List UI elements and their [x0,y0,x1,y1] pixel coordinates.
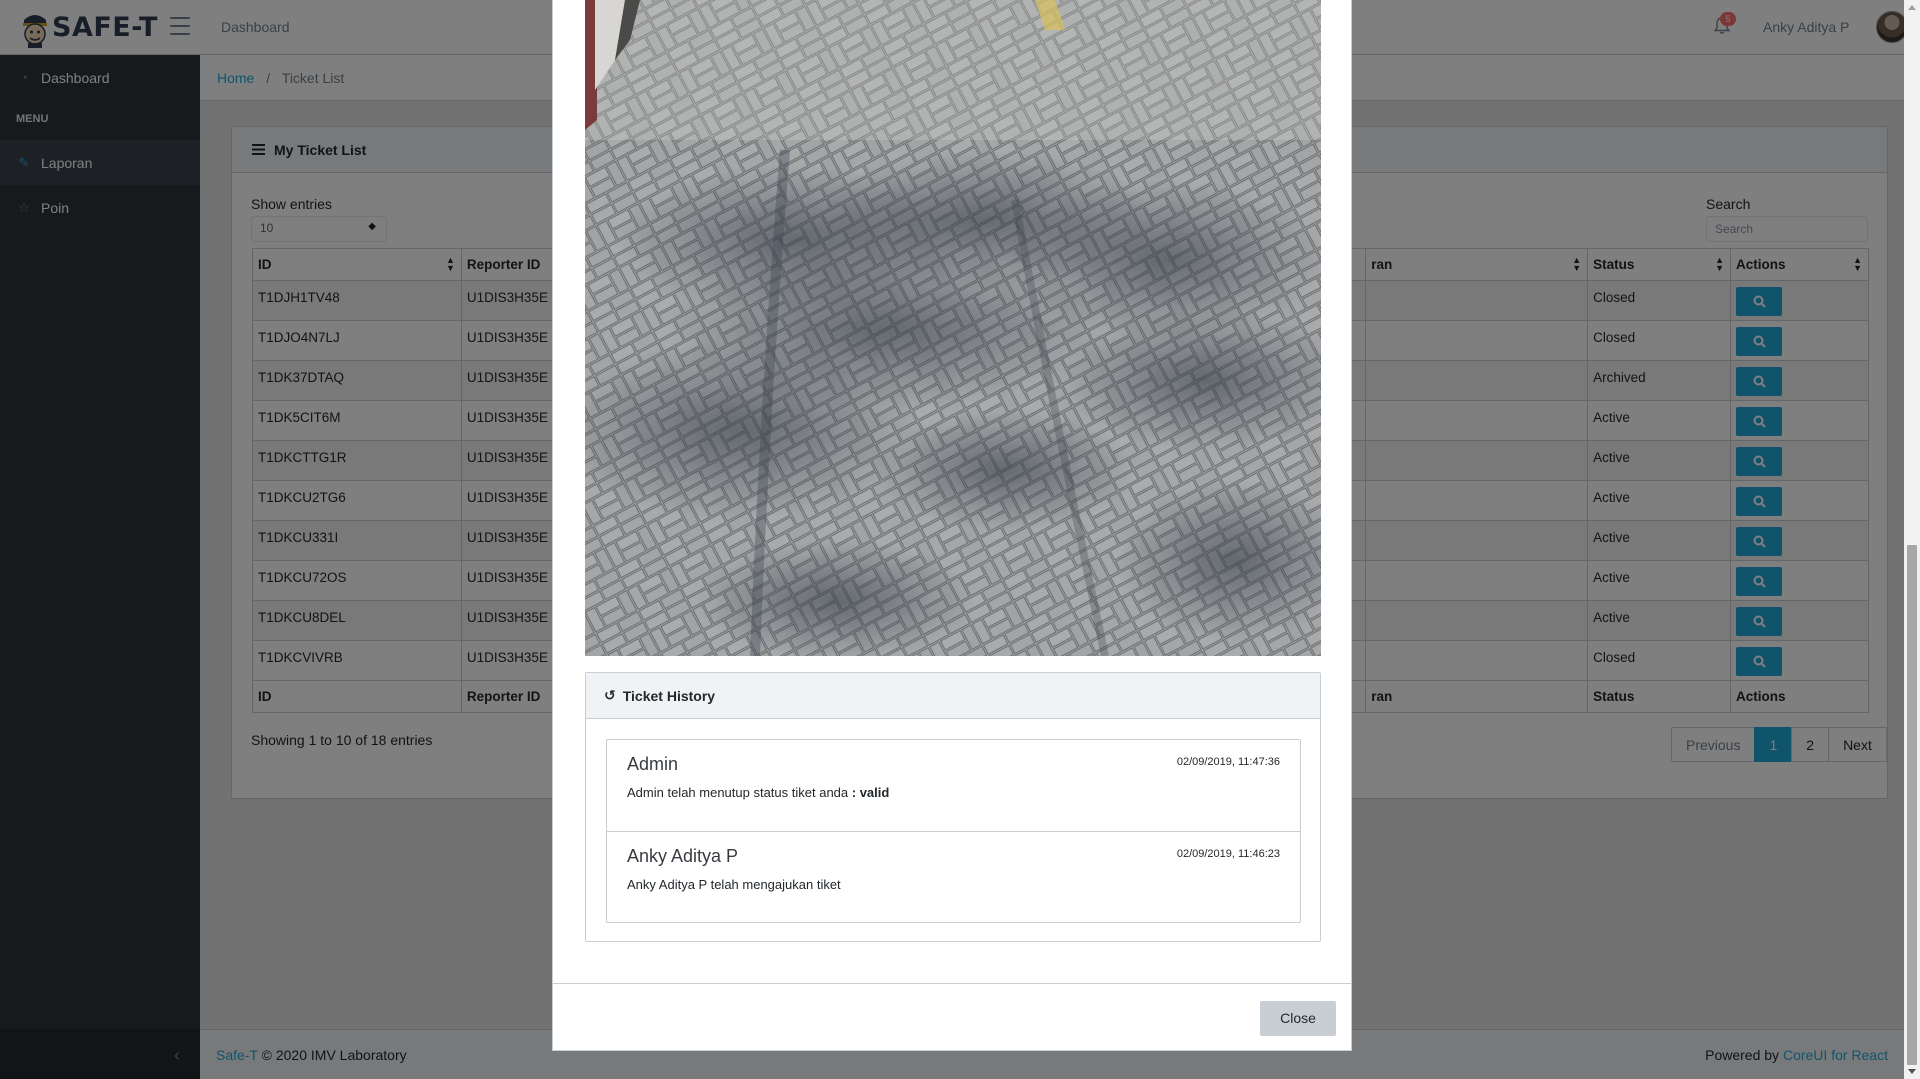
history-timestamp: 02/09/2019, 11:47:36 [1176,756,1280,768]
ticket-history-card: ↺ Ticket History Admin 02/09/2019, 11:47… [585,672,1321,942]
scroll-down-arrow-icon[interactable] [1908,1069,1916,1074]
history-message: Admin telah menutup status tiket anda : … [627,785,890,800]
scrollbar-thumb[interactable] [1907,545,1917,1065]
list-item: Admin 02/09/2019, 11:47:36 Admin telah m… [607,740,1300,831]
ticket-history-header: ↺ Ticket History [586,673,1320,719]
history-status: : valid [851,785,890,800]
modal-footer: Close [553,983,1351,1051]
list-item: Anky Aditya P 02/09/2019, 11:46:23 Anky … [607,831,1300,922]
page-scrollbar[interactable] [1904,0,1920,1079]
ticket-history-list: Admin 02/09/2019, 11:47:36 Admin telah m… [606,739,1301,923]
ticket-photo [585,0,1321,656]
history-message: Anky Aditya P telah mengajukan tiket [627,877,841,892]
scroll-up-arrow-icon[interactable] [1908,5,1916,10]
ticket-detail-modal: ↺ Ticket History Admin 02/09/2019, 11:47… [552,0,1352,1051]
history-icon: ↺ [604,687,616,703]
ticket-history-title: Ticket History [622,687,716,704]
history-timestamp: 02/09/2019, 11:46:23 [1176,848,1280,860]
close-button[interactable]: Close [1260,1001,1336,1036]
